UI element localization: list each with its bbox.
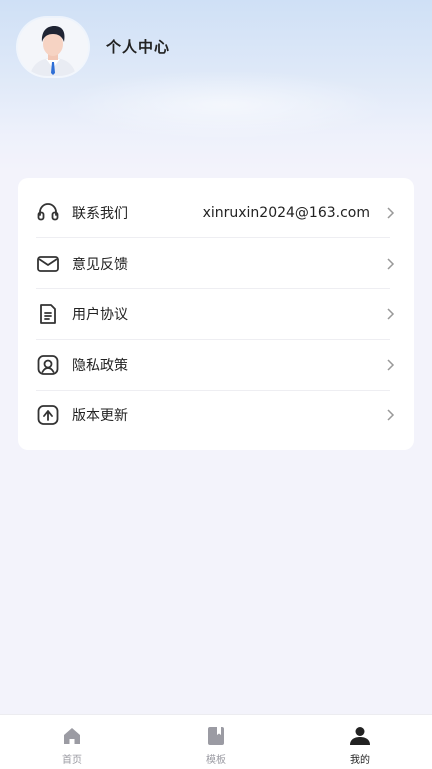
menu-item-feedback[interactable]: 意见反馈 (36, 239, 396, 289)
upgrade-icon (36, 403, 60, 427)
template-book-icon (205, 725, 227, 747)
chevron-right-icon (384, 359, 396, 371)
chevron-right-icon (384, 409, 396, 421)
page-title: 个人中心 (106, 38, 171, 56)
menu-item-label: 版本更新 (72, 408, 128, 424)
tab-label: 我的 (350, 755, 370, 766)
headset-icon (36, 201, 60, 225)
tab-home[interactable]: 首页 (0, 715, 144, 769)
avatar-person-illustration (18, 18, 88, 76)
document-icon (36, 302, 60, 326)
chevron-right-icon (384, 207, 396, 219)
contact-email: xinruxin2024@163.com (202, 205, 370, 221)
menu-item-update[interactable]: 版本更新 (36, 390, 396, 440)
menu-item-label: 用户协议 (72, 307, 128, 323)
tab-label: 模板 (206, 755, 226, 766)
menu-item-privacy[interactable]: 隐私政策 (36, 340, 396, 390)
tab-templates[interactable]: 模板 (144, 715, 288, 769)
bottom-tab-bar: 首页 模板 我的 (0, 714, 432, 769)
menu-item-label: 意见反馈 (72, 257, 128, 273)
privacy-user-icon (36, 353, 60, 377)
mail-icon (36, 252, 60, 276)
chevron-right-icon (384, 258, 396, 270)
avatar[interactable] (18, 18, 88, 76)
menu-item-agreement[interactable]: 用户协议 (36, 289, 396, 339)
divider (36, 237, 390, 238)
tab-mine[interactable]: 我的 (288, 715, 432, 769)
menu-item-label: 联系我们 (72, 206, 128, 222)
settings-card: 联系我们 xinruxin2024@163.com 意见反馈 用户协议 隐私政策… (18, 178, 414, 450)
menu-item-contact[interactable]: 联系我们 xinruxin2024@163.com (36, 188, 396, 238)
person-icon (349, 725, 371, 747)
home-icon (61, 725, 83, 747)
chevron-right-icon (384, 308, 396, 320)
menu-item-label: 隐私政策 (72, 358, 128, 374)
tab-label: 首页 (62, 755, 82, 766)
